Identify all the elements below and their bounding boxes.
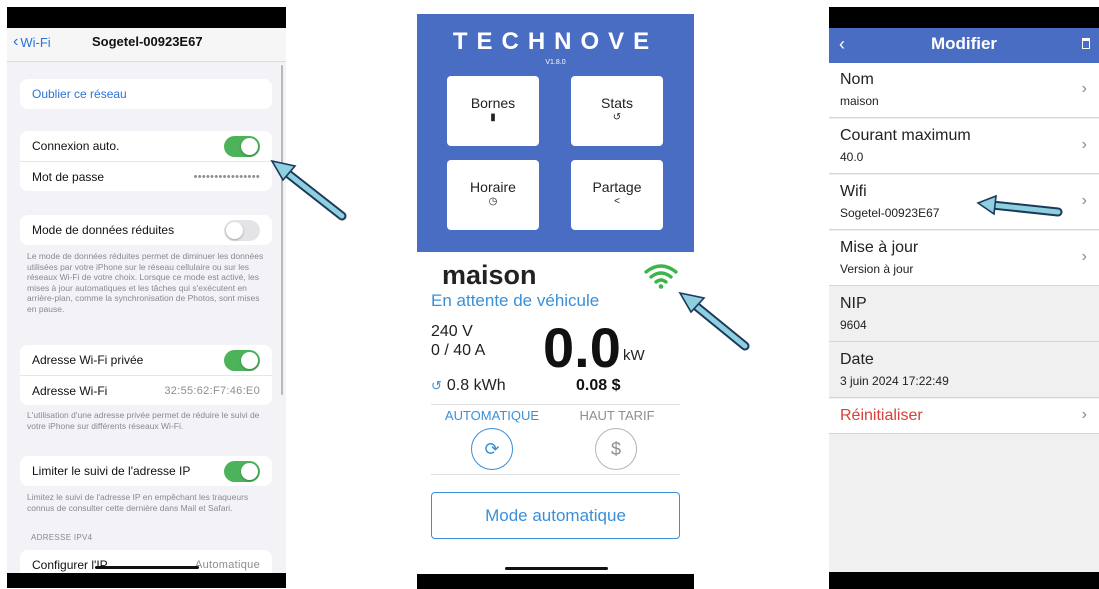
tutorial-composite: ‹ Wi-Fi Sogetel-00923E67 Oublier ce rése…: [0, 0, 1099, 589]
arrow-to-password-icon: [270, 159, 347, 221]
arrow-to-wifi-setting-icon: [976, 194, 1063, 217]
annotation-arrows: [270, 159, 1063, 351]
arrow-to-wifi-icon: [678, 291, 750, 351]
